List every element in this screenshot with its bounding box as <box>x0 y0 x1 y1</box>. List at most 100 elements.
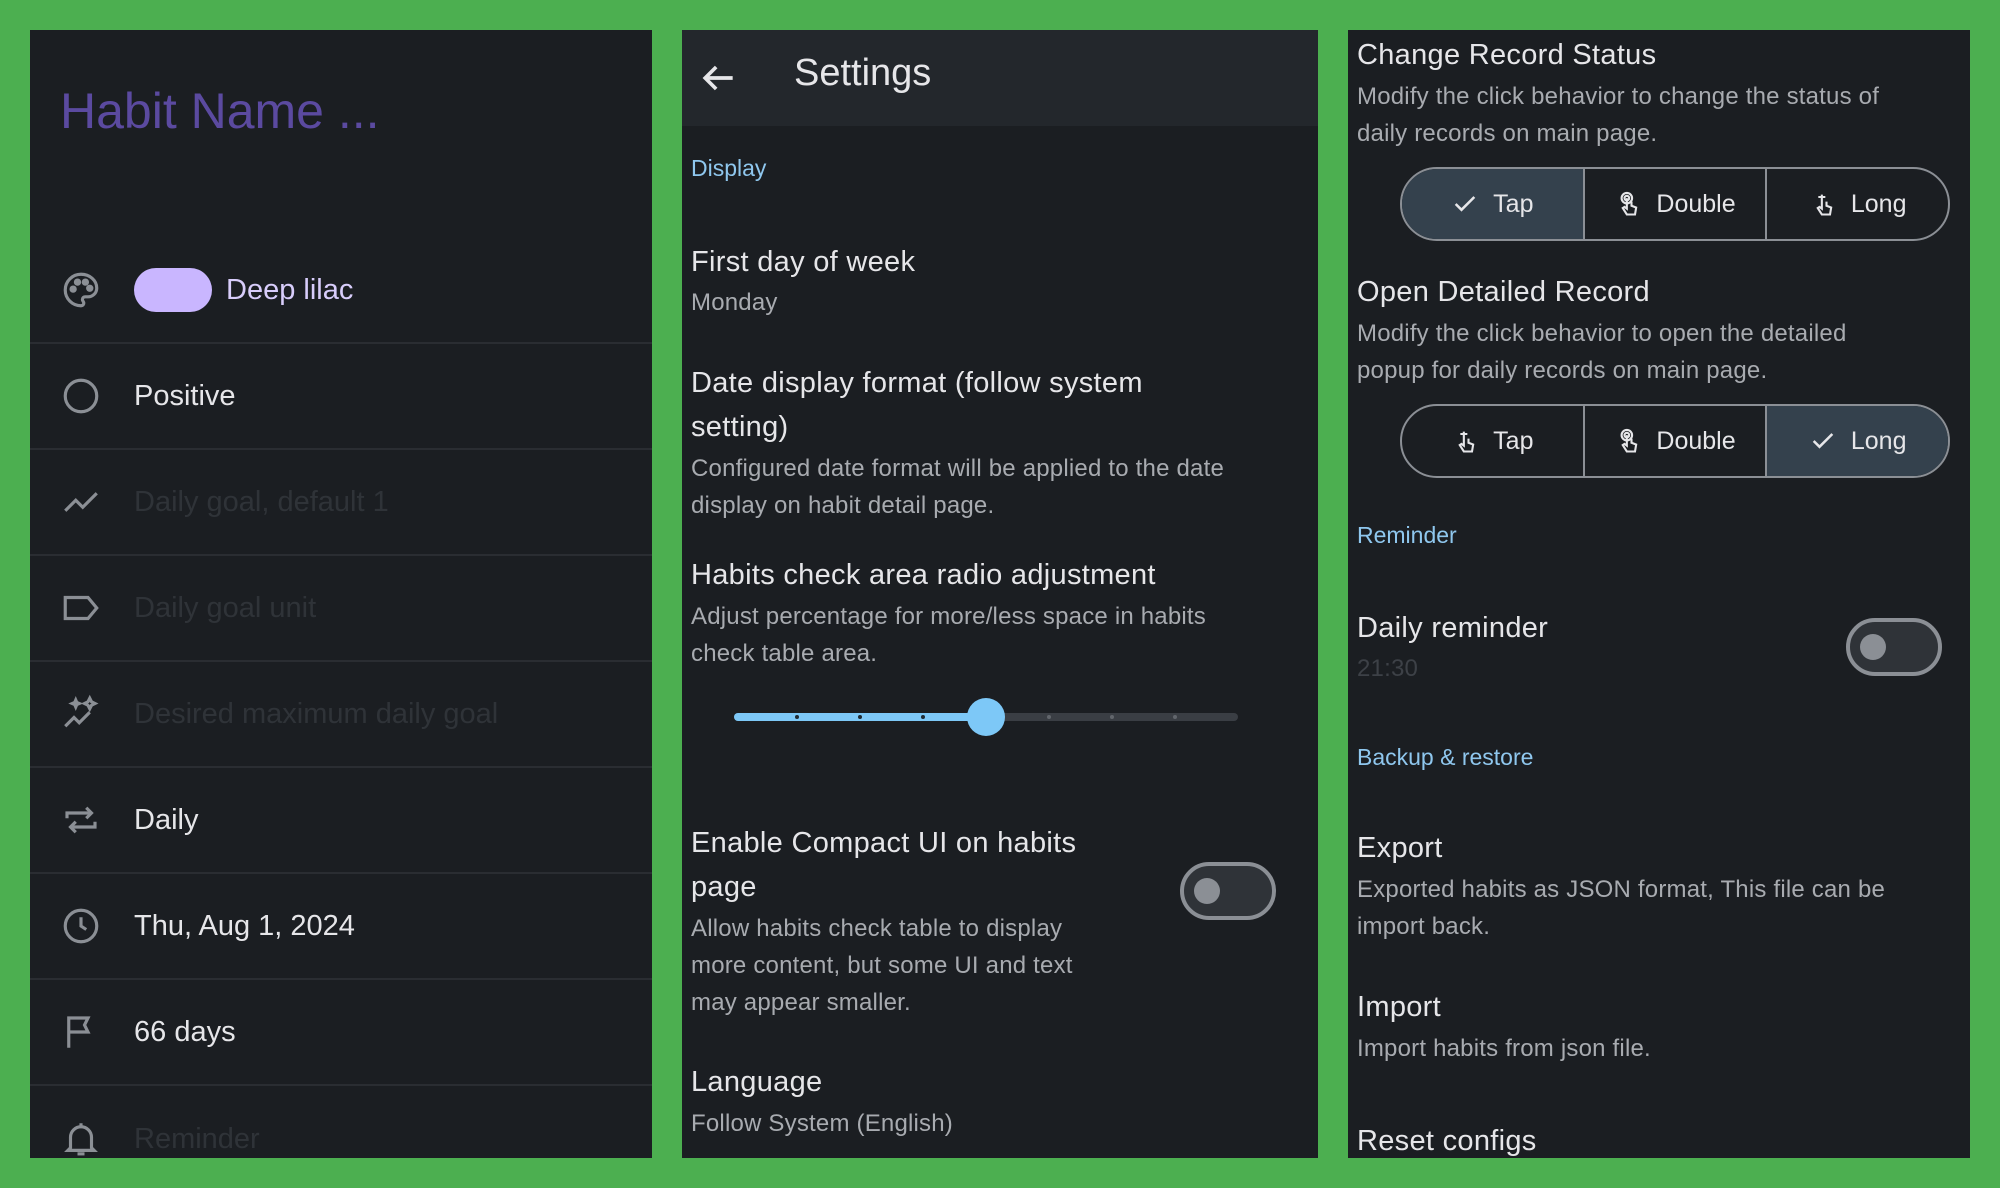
change-status-title: Change Record Status <box>1357 39 1657 71</box>
first-day-value: Monday <box>691 289 778 316</box>
check-icon <box>1812 433 1834 449</box>
daily-goal-unit-row[interactable]: Daily goal unit <box>30 556 652 662</box>
option-label: Tap <box>1493 189 1534 218</box>
daily-reminder-toggle[interactable] <box>1846 618 1942 676</box>
check-area-description: Adjust percentage for more/less space in… <box>691 603 1207 630</box>
import-title: Import <box>1357 991 1441 1023</box>
daily-reminder-title: Daily reminder <box>1357 612 1549 644</box>
slider-tick <box>1173 715 1177 719</box>
clock-icon <box>60 905 102 947</box>
slider-tick <box>1047 715 1051 719</box>
check-area-slider[interactable] <box>734 698 1238 736</box>
change-status-description-2: daily records on main page. <box>1357 120 1658 147</box>
start-date-row[interactable]: Thu, Aug 1, 2024 <box>30 874 652 980</box>
change-status-long-button[interactable]: Long <box>1767 169 1948 239</box>
option-label: Tap <box>1493 426 1534 455</box>
export-title: Export <box>1357 832 1443 864</box>
label-tag-icon <box>60 587 102 629</box>
habit-type-row[interactable]: Positive <box>30 344 652 450</box>
option-label: Double <box>1656 189 1736 218</box>
palette-icon <box>60 269 102 311</box>
settings-panel-continued: Change Record Status Modify the click be… <box>1348 30 1970 1158</box>
tap-icon <box>1458 431 1475 453</box>
slider-thumb[interactable] <box>967 698 1005 736</box>
export-description-2: import back. <box>1357 913 1491 940</box>
habit-type-label: Positive <box>134 379 236 412</box>
check-area-title: Habits check area radio adjustment <box>691 559 1156 591</box>
long-press-icon <box>1816 194 1833 216</box>
slider-tick <box>858 715 862 719</box>
frequency-row[interactable]: Daily <box>30 768 652 874</box>
change-status-tap-button[interactable]: Tap <box>1402 169 1585 239</box>
habit-edit-panel: Habit Name ... Deep lilac Positive Daily… <box>30 30 652 1158</box>
settings-appbar: Settings <box>682 30 1318 126</box>
date-format-title-2: setting) <box>691 411 789 443</box>
date-format-description-2: display on habit detail page. <box>691 492 995 519</box>
toggle-knob <box>1860 634 1886 660</box>
color-label: Deep lilac <box>226 273 354 306</box>
check-area-description-2: check table area. <box>691 640 878 667</box>
settings-panel: Settings Display First day of week Monda… <box>682 30 1318 1158</box>
open-detail-segmented: Tap Double Long <box>1400 404 1950 478</box>
slider-tick <box>921 715 925 719</box>
double-tap-icon <box>1620 191 1638 216</box>
habit-color-row[interactable]: Deep lilac <box>30 238 652 344</box>
compact-ui-toggle[interactable] <box>1180 862 1276 920</box>
first-day-title: First day of week <box>691 246 916 278</box>
circle-icon <box>60 375 102 417</box>
reminder-section-header: Reminder <box>1357 522 1457 548</box>
reminder-input[interactable]: Reminder <box>134 1123 260 1156</box>
compact-ui-title: Enable Compact UI on habits <box>691 827 1077 859</box>
change-status-description: Modify the click behavior to change the … <box>1357 83 1880 110</box>
change-status-segmented: Tap Double Long <box>1400 167 1950 241</box>
open-detail-title: Open Detailed Record <box>1357 276 1650 308</box>
compact-ui-description: Allow habits check table to display <box>691 915 1063 942</box>
open-detail-description: Modify the click behavior to open the de… <box>1357 320 1847 347</box>
repeat-icon <box>60 799 102 841</box>
bell-icon <box>60 1118 102 1158</box>
daily-goal-unit-input[interactable]: Daily goal unit <box>134 592 316 625</box>
compact-ui-title-2: page <box>691 871 757 903</box>
date-format-title: Date display format (follow system <box>691 367 1143 399</box>
slider-tick <box>1110 715 1114 719</box>
open-detail-tap-button[interactable]: Tap <box>1402 406 1585 476</box>
display-section-header: Display <box>691 155 767 181</box>
max-goal-row[interactable]: Desired maximum daily goal <box>30 662 652 768</box>
open-detail-long-button[interactable]: Long <box>1767 406 1948 476</box>
compact-ui-description-2: more content, but some UI and text <box>691 952 1073 979</box>
back-arrow-icon[interactable] <box>696 56 740 100</box>
open-detail-double-button[interactable]: Double <box>1585 406 1768 476</box>
compact-ui-description-3: may appear smaller. <box>691 989 911 1016</box>
slider-tick <box>795 715 799 719</box>
daily-reminder-time: 21:30 <box>1357 655 1419 682</box>
import-description: Import habits from json file. <box>1357 1035 1651 1062</box>
frequency-label: Daily <box>134 803 199 836</box>
double-tap-icon <box>1620 428 1638 453</box>
start-date-label: Thu, Aug 1, 2024 <box>134 909 355 942</box>
trending-up-icon <box>60 481 102 523</box>
open-detail-description-2: popup for daily records on main page. <box>1357 357 1768 384</box>
date-format-description: Configured date format will be applied t… <box>691 455 1224 482</box>
check-icon <box>1454 196 1476 212</box>
toggle-knob <box>1194 878 1220 904</box>
habit-name-input[interactable]: Habit Name ... <box>60 82 380 140</box>
reminder-row[interactable]: Reminder <box>30 1086 652 1158</box>
target-days-label: 66 days <box>134 1015 236 1048</box>
page-title: Settings <box>794 52 932 94</box>
export-description: Exported habits as JSON format, This fil… <box>1357 876 1886 903</box>
sparkle-trend-icon <box>60 693 102 735</box>
daily-goal-row[interactable]: Daily goal, default 1 <box>30 450 652 556</box>
change-status-double-button[interactable]: Double <box>1585 169 1768 239</box>
target-days-row[interactable]: 66 days <box>30 980 652 1086</box>
option-label: Long <box>1850 426 1907 455</box>
max-goal-input[interactable]: Desired maximum daily goal <box>134 698 498 731</box>
backup-section-header: Backup & restore <box>1357 744 1534 770</box>
flag-icon <box>60 1011 102 1053</box>
language-value: Follow System (English) <box>691 1110 954 1137</box>
language-title: Language <box>691 1066 823 1098</box>
option-label: Long <box>1850 189 1907 218</box>
color-swatch <box>134 268 212 312</box>
option-label: Double <box>1656 426 1736 455</box>
daily-goal-input[interactable]: Daily goal, default 1 <box>134 486 389 519</box>
reset-configs-title: Reset configs <box>1357 1125 1537 1157</box>
